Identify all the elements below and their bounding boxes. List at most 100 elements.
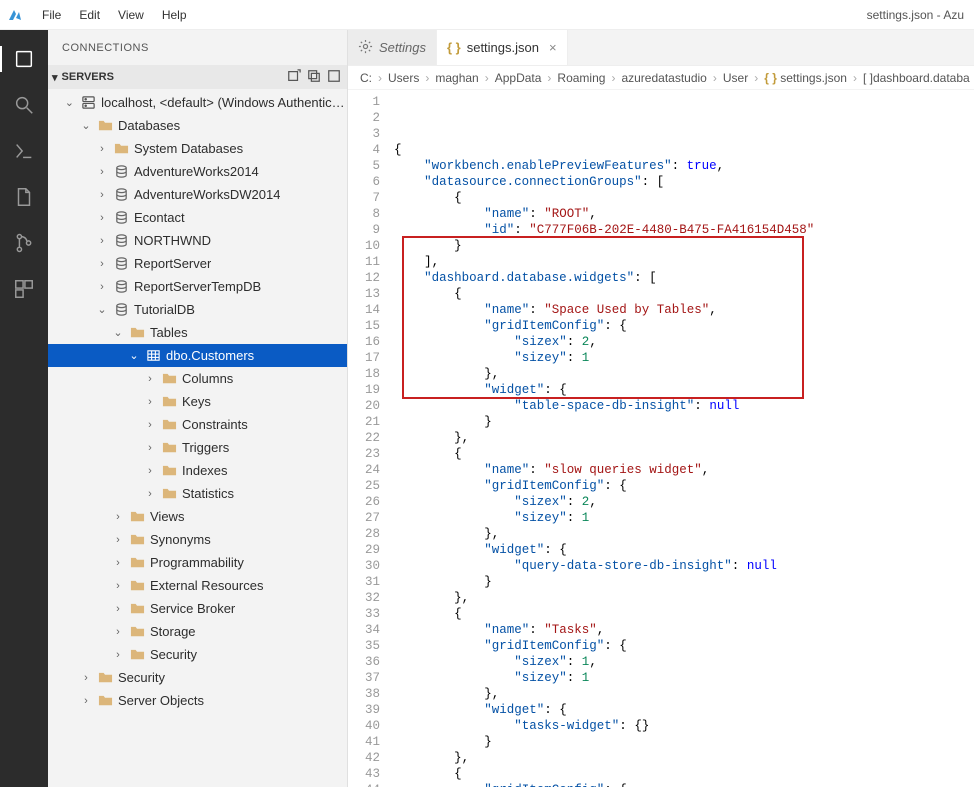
code-line[interactable]: "query-data-store-db-insight": null xyxy=(394,558,974,574)
chevron-right-icon[interactable]: › xyxy=(79,695,93,707)
code-line[interactable]: { xyxy=(394,190,974,206)
tree-item[interactable]: ›Triggers xyxy=(48,436,347,459)
new-connection-icon[interactable] xyxy=(287,69,301,86)
tree-item[interactable]: ›System Databases xyxy=(48,137,347,160)
tree-item[interactable]: ›Service Broker xyxy=(48,597,347,620)
tree-item[interactable]: ›Security xyxy=(48,666,347,689)
breadcrumb-segment[interactable]: C: xyxy=(360,71,372,85)
tree-item[interactable]: ›Indexes xyxy=(48,459,347,482)
code-line[interactable]: "dashboard.database.widgets": [ xyxy=(394,270,974,286)
menu-view[interactable]: View xyxy=(110,4,152,26)
chevron-right-icon[interactable]: › xyxy=(95,235,109,247)
code-line[interactable]: "widget": { xyxy=(394,382,974,398)
tree-item[interactable]: ›AdventureWorks2014 xyxy=(48,160,347,183)
code-line[interactable]: { xyxy=(394,142,974,158)
code-line[interactable]: } xyxy=(394,574,974,590)
code-line[interactable]: ], xyxy=(394,254,974,270)
editor-tab[interactable]: { }settings.json× xyxy=(437,30,568,65)
close-icon[interactable]: × xyxy=(549,40,557,55)
code-line[interactable]: "sizex": 2, xyxy=(394,334,974,350)
tree-item[interactable]: ›Columns xyxy=(48,367,347,390)
tree-item[interactable]: ›Storage xyxy=(48,620,347,643)
chevron-right-icon[interactable]: › xyxy=(111,603,125,615)
code-line[interactable]: } xyxy=(394,734,974,750)
code-line[interactable]: { xyxy=(394,286,974,302)
chevron-down-icon[interactable]: ⌄ xyxy=(111,326,125,339)
breadcrumb-segment[interactable]: maghan xyxy=(435,71,478,85)
chevron-right-icon[interactable]: › xyxy=(111,580,125,592)
chevron-right-icon[interactable]: › xyxy=(79,672,93,684)
code-line[interactable]: "tasks-widget": {} xyxy=(394,718,974,734)
code-line[interactable]: }, xyxy=(394,590,974,606)
activity-source-control-icon[interactable] xyxy=(0,222,48,264)
code-line[interactable]: "sizex": 2, xyxy=(394,494,974,510)
chevron-down-icon[interactable]: ⌄ xyxy=(63,96,77,109)
server-tree[interactable]: ⌄localhost, <default> (Windows Authentic… xyxy=(48,89,347,787)
tree-item[interactable]: ›External Resources xyxy=(48,574,347,597)
collapse-all-icon[interactable] xyxy=(327,69,341,86)
code-line[interactable]: "sizey": 1 xyxy=(394,510,974,526)
activity-file-icon[interactable] xyxy=(0,176,48,218)
chevron-right-icon[interactable]: › xyxy=(111,649,125,661)
chevron-right-icon[interactable]: › xyxy=(95,143,109,155)
chevron-right-icon[interactable]: › xyxy=(95,258,109,270)
tree-item[interactable]: ›Server Objects xyxy=(48,689,347,712)
activity-search-icon[interactable] xyxy=(0,84,48,126)
code-line[interactable]: }, xyxy=(394,750,974,766)
tree-item[interactable]: ⌄Databases xyxy=(48,114,347,137)
tree-item[interactable]: ›Constraints xyxy=(48,413,347,436)
code-line[interactable]: "widget": { xyxy=(394,702,974,718)
breadcrumbs[interactable]: C:›Users›maghan›AppData›Roaming›azuredat… xyxy=(348,66,974,90)
breadcrumb-segment[interactable]: AppData xyxy=(495,71,542,85)
code-line[interactable]: "name": "slow queries widget", xyxy=(394,462,974,478)
code-line[interactable]: } xyxy=(394,238,974,254)
code-line[interactable]: }, xyxy=(394,430,974,446)
tree-item[interactable]: ›Views xyxy=(48,505,347,528)
code-line[interactable]: "table-space-db-insight": null xyxy=(394,398,974,414)
code-line[interactable]: "widget": { xyxy=(394,542,974,558)
chevron-right-icon[interactable]: › xyxy=(95,281,109,293)
code-line[interactable]: "sizey": 1 xyxy=(394,670,974,686)
code-line[interactable]: "name": "Tasks", xyxy=(394,622,974,638)
tree-item[interactable]: ›NORTHWND xyxy=(48,229,347,252)
menu-edit[interactable]: Edit xyxy=(71,4,108,26)
tree-item[interactable]: ›Keys xyxy=(48,390,347,413)
activity-terminal-icon[interactable] xyxy=(0,130,48,172)
chevron-right-icon[interactable]: › xyxy=(95,189,109,201)
chevron-right-icon[interactable]: › xyxy=(143,419,157,431)
code-line[interactable]: "sizey": 1 xyxy=(394,350,974,366)
editor-tab[interactable]: Settings xyxy=(348,30,437,65)
chevron-right-icon[interactable]: › xyxy=(143,465,157,477)
tree-item[interactable]: ›ReportServer xyxy=(48,252,347,275)
menu-help[interactable]: Help xyxy=(154,4,195,26)
tree-item[interactable]: ⌄Tables xyxy=(48,321,347,344)
code-line[interactable]: }, xyxy=(394,366,974,382)
code-line[interactable]: { xyxy=(394,446,974,462)
tree-item[interactable]: ›AdventureWorksDW2014 xyxy=(48,183,347,206)
code-editor[interactable]: 1234567891011121314151617181920212223242… xyxy=(348,90,974,787)
tree-item[interactable]: ›Programmability xyxy=(48,551,347,574)
code-line[interactable]: }, xyxy=(394,526,974,542)
chevron-right-icon[interactable]: › xyxy=(143,442,157,454)
code-line[interactable]: } xyxy=(394,414,974,430)
breadcrumb-segment[interactable]: azuredatastudio xyxy=(621,71,706,85)
code-line[interactable]: "gridItemConfig": { xyxy=(394,638,974,654)
chevron-right-icon[interactable]: › xyxy=(95,166,109,178)
menu-file[interactable]: File xyxy=(34,4,69,26)
tree-item[interactable]: ⌄localhost, <default> (Windows Authentic… xyxy=(48,91,347,114)
chevron-right-icon[interactable]: › xyxy=(143,373,157,385)
chevron-right-icon[interactable]: › xyxy=(143,396,157,408)
tree-item[interactable]: ›Statistics xyxy=(48,482,347,505)
chevron-down-icon[interactable]: ⌄ xyxy=(79,119,93,132)
code-line[interactable]: "id": "C777F06B-202E-4480-B475-FA416154D… xyxy=(394,222,974,238)
breadcrumb-segment[interactable]: User xyxy=(723,71,748,85)
chevron-right-icon[interactable]: › xyxy=(111,534,125,546)
breadcrumb-segment[interactable]: [ ]dashboard.databa xyxy=(863,71,970,85)
code-line[interactable]: "datasource.connectionGroups": [ xyxy=(394,174,974,190)
tree-item[interactable]: ⌄TutorialDB xyxy=(48,298,347,321)
tree-item[interactable]: ⌄dbo.Customers xyxy=(48,344,347,367)
breadcrumb-segment[interactable]: Roaming xyxy=(557,71,605,85)
code-line[interactable]: "name": "Space Used by Tables", xyxy=(394,302,974,318)
tree-item[interactable]: ›Econtact xyxy=(48,206,347,229)
chevron-right-icon[interactable]: › xyxy=(111,511,125,523)
